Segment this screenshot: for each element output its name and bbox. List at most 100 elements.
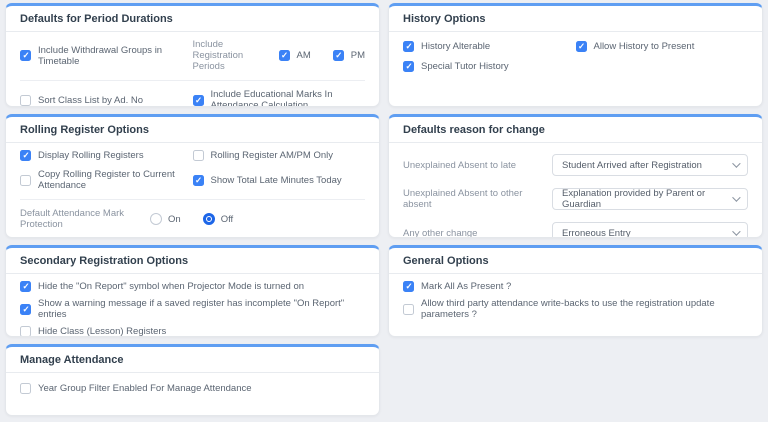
radio-icon[interactable] — [203, 213, 215, 225]
checkbox-hide-on-report-symbol[interactable]: Hide the "On Report" symbol when Project… — [20, 281, 365, 292]
checkbox-include-withdrawal-groups[interactable]: Include Withdrawal Groups in Timetable — [20, 45, 193, 67]
checkbox-icon[interactable] — [20, 95, 31, 106]
checkbox-sort-class-list[interactable]: Sort Class List by Ad. No — [20, 95, 193, 106]
checkbox-label: Special Tutor History — [421, 61, 509, 72]
checkbox-icon[interactable] — [20, 304, 31, 315]
radio-icon[interactable] — [150, 213, 162, 225]
checkbox-educational-marks[interactable]: Include Educational Marks In Attendance … — [193, 89, 366, 107]
checkbox-year-group-filter[interactable]: Year Group Filter Enabled For Manage Att… — [20, 383, 252, 394]
checkbox-label: Show a warning message if a saved regist… — [38, 298, 365, 320]
label-any-other-change: Any other change — [403, 228, 552, 239]
panel-title-rolling-register: Rolling Register Options — [6, 117, 379, 143]
panel-history-options: History Options History Alterable Allow … — [388, 3, 763, 107]
chevron-down-icon — [732, 227, 740, 235]
checkbox-am[interactable]: AM — [279, 50, 311, 61]
checkbox-label: Mark All As Present ? — [421, 281, 511, 292]
select-unexplained-absent-to-late[interactable]: Student Arrived after Registration — [552, 154, 748, 176]
panel-body-period-durations: Include Withdrawal Groups in Timetable I… — [6, 32, 379, 107]
checkbox-label: Copy Rolling Register to Current Attenda… — [38, 169, 193, 191]
radio-label: On — [168, 214, 181, 225]
checkbox-label: Show Total Late Minutes Today — [211, 175, 342, 186]
checkbox-label: History Alterable — [421, 41, 490, 52]
panel-title-manage-attendance: Manage Attendance — [6, 347, 379, 373]
panel-reason-for-change: Defaults reason for change Unexplained A… — [388, 114, 763, 238]
panel-title-secondary-registration: Secondary Registration Options — [6, 248, 379, 274]
checkbox-icon[interactable] — [576, 41, 587, 52]
checkbox-icon[interactable] — [20, 175, 31, 186]
checkbox-label: Include Educational Marks In Attendance … — [211, 89, 366, 107]
panel-title-history-options: History Options — [389, 6, 762, 32]
checkbox-pm[interactable]: PM — [333, 50, 365, 61]
panel-body-reason-for-change: Unexplained Absent to late Student Arriv… — [389, 143, 762, 238]
checkbox-icon[interactable] — [20, 281, 31, 292]
label-unexplained-absent-to-other: Unexplained Absent to other absent — [403, 188, 552, 210]
checkbox-label: Rolling Register AM/PM Only — [211, 150, 333, 161]
checkbox-display-rolling-registers[interactable]: Display Rolling Registers — [20, 150, 193, 161]
panel-body-secondary-registration: Hide the "On Report" symbol when Project… — [6, 274, 379, 337]
panel-secondary-registration: Secondary Registration Options Hide the … — [5, 245, 380, 337]
select-value: Explanation provided by Parent or Guardi… — [562, 188, 732, 210]
checkbox-label: Year Group Filter Enabled For Manage Att… — [38, 383, 252, 394]
checkbox-label: Sort Class List by Ad. No — [38, 95, 143, 106]
checkbox-label: Include Withdrawal Groups in Timetable — [38, 45, 193, 67]
checkbox-copy-rolling-register[interactable]: Copy Rolling Register to Current Attenda… — [20, 169, 193, 191]
checkbox-label: Allow third party attendance write-backs… — [421, 298, 748, 320]
panel-period-durations: Defaults for Period Durations Include Wi… — [5, 3, 380, 107]
checkbox-third-party-writebacks[interactable]: Allow third party attendance write-backs… — [403, 298, 748, 320]
panel-general-options: General Options Mark All As Present ? Al… — [388, 245, 763, 337]
checkbox-icon[interactable] — [20, 326, 31, 337]
checkbox-label: Display Rolling Registers — [38, 150, 144, 161]
radio-label: Off — [221, 214, 234, 225]
checkbox-icon[interactable] — [20, 50, 31, 61]
checkbox-icon[interactable] — [193, 95, 204, 106]
chevron-down-icon — [732, 193, 740, 201]
radio-protection-on[interactable]: On — [150, 213, 181, 225]
checkbox-hide-class-lesson-registers[interactable]: Hide Class (Lesson) Registers — [20, 326, 365, 337]
checkbox-icon[interactable] — [279, 50, 290, 61]
panel-title-general-options: General Options — [389, 248, 762, 274]
checkbox-show-total-late-minutes[interactable]: Show Total Late Minutes Today — [193, 175, 366, 186]
select-value: Student Arrived after Registration — [562, 160, 702, 171]
checkbox-icon[interactable] — [193, 175, 204, 186]
panel-title-reason-for-change: Defaults reason for change — [389, 117, 762, 143]
checkbox-icon[interactable] — [403, 61, 414, 72]
registration-periods-label: Include Registration Periods — [193, 39, 257, 72]
checkbox-icon[interactable] — [193, 150, 204, 161]
panel-body-manage-attendance: Year Group Filter Enabled For Manage Att… — [6, 373, 379, 404]
divider — [20, 199, 365, 200]
checkbox-mark-all-as-present[interactable]: Mark All As Present ? — [403, 281, 748, 292]
select-any-other-change[interactable]: Erroneous Entry — [552, 222, 748, 238]
checkbox-warning-incomplete-on-report[interactable]: Show a warning message if a saved regist… — [20, 298, 365, 320]
checkbox-special-tutor-history[interactable]: Special Tutor History — [403, 61, 509, 72]
panel-body-rolling-register: Display Rolling Registers Rolling Regist… — [6, 143, 379, 238]
checkbox-label: Hide Class (Lesson) Registers — [38, 326, 166, 337]
divider — [20, 80, 365, 81]
radio-protection-off[interactable]: Off — [203, 213, 234, 225]
select-value: Erroneous Entry — [562, 228, 631, 239]
mark-protection-row: Default Attendance Mark Protection On Of… — [20, 208, 365, 230]
checkbox-icon[interactable] — [20, 383, 31, 394]
label-unexplained-absent-to-late: Unexplained Absent to late — [403, 160, 552, 171]
checkbox-label: Hide the "On Report" symbol when Project… — [38, 281, 304, 292]
checkbox-icon[interactable] — [333, 50, 344, 61]
panel-title-period-durations: Defaults for Period Durations — [6, 6, 379, 32]
checkbox-history-alterable[interactable]: History Alterable — [403, 41, 576, 52]
checkbox-icon[interactable] — [403, 281, 414, 292]
checkbox-icon[interactable] — [403, 304, 414, 315]
mark-protection-label: Default Attendance Mark Protection — [20, 208, 150, 230]
checkbox-label: Allow History to Present — [594, 41, 695, 52]
checkbox-allow-history-to-present[interactable]: Allow History to Present — [576, 41, 749, 52]
checkbox-icon[interactable] — [403, 41, 414, 52]
settings-page: Defaults for Period Durations Include Wi… — [0, 0, 768, 422]
select-unexplained-absent-to-other[interactable]: Explanation provided by Parent or Guardi… — [552, 188, 748, 210]
chevron-down-icon — [732, 159, 740, 167]
checkbox-label: AM — [297, 50, 311, 61]
checkbox-icon[interactable] — [20, 150, 31, 161]
panel-body-general-options: Mark All As Present ? Allow third party … — [389, 274, 762, 327]
panel-body-history-options: History Alterable Allow History to Prese… — [389, 32, 762, 82]
panel-rolling-register: Rolling Register Options Display Rolling… — [5, 114, 380, 238]
registration-periods-group: Include Registration Periods AM PM — [193, 39, 366, 72]
panel-manage-attendance: Manage Attendance Year Group Filter Enab… — [5, 344, 380, 416]
checkbox-rolling-register-ampm-only[interactable]: Rolling Register AM/PM Only — [193, 150, 366, 161]
checkbox-label: PM — [351, 50, 365, 61]
